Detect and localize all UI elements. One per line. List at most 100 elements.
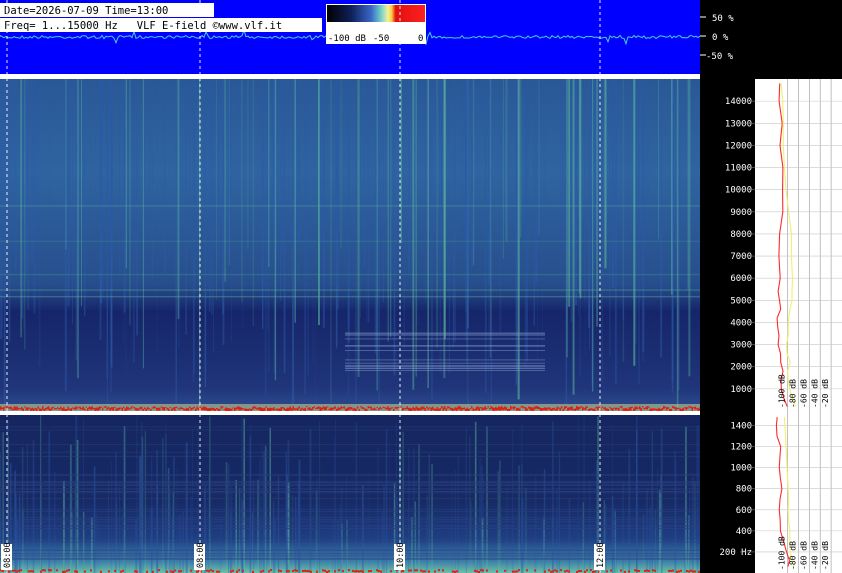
baseline-mark — [134, 570, 136, 573]
tone-line — [0, 519, 700, 520]
baseline-mark — [355, 408, 357, 411]
baseline-mark — [666, 407, 668, 411]
baseline-mark — [304, 569, 306, 572]
baseline-mark — [313, 406, 315, 408]
tone-line — [0, 273, 700, 276]
baseline-mark — [216, 570, 218, 573]
sferic-streak — [309, 428, 312, 573]
baseline-mark — [274, 408, 276, 410]
baseline-mark — [192, 407, 194, 410]
baseline-mark — [31, 407, 33, 411]
baseline-mark — [418, 408, 420, 411]
sferic-streak — [38, 79, 41, 367]
baseline-mark — [429, 407, 431, 409]
baseline-mark — [654, 569, 656, 572]
sferic-streak — [578, 79, 579, 316]
baseline-mark — [610, 407, 612, 410]
baseline-mark — [382, 406, 384, 408]
baseline-mark — [688, 570, 690, 573]
sferic-streak — [247, 79, 249, 250]
baseline-mark — [511, 407, 513, 409]
sferic-streak — [49, 79, 51, 286]
tone-line — [0, 492, 700, 494]
sferic-streak — [658, 490, 661, 573]
colorbar-gradient — [327, 5, 425, 22]
baseline-mark — [648, 570, 650, 572]
baseline-mark — [37, 406, 39, 409]
tone-line — [0, 526, 700, 528]
time-label: 12:00 — [594, 542, 606, 570]
baseline-mark — [342, 407, 344, 409]
baseline-mark — [117, 407, 119, 411]
time-label: 10:00 — [394, 542, 406, 570]
baseline-mark — [253, 406, 255, 409]
tone-line — [0, 517, 700, 519]
sferic-streak — [11, 79, 13, 240]
freq-tick-label: 6000 — [730, 274, 752, 284]
baseline-mark — [388, 407, 390, 412]
sferic-streak — [266, 447, 268, 573]
baseline-mark — [12, 408, 14, 411]
sferic-streak — [648, 79, 651, 264]
baseline-mark — [482, 569, 484, 572]
baseline-mark — [474, 569, 476, 572]
baseline-mark — [678, 407, 680, 409]
sferic-streak — [465, 426, 467, 573]
baseline-mark — [73, 407, 75, 410]
freq-tick-label: 7000 — [730, 252, 752, 262]
baseline-mark — [99, 406, 101, 410]
baseline-mark — [318, 406, 320, 409]
baseline-mark — [595, 406, 597, 409]
baseline-mark — [268, 407, 270, 412]
baseline-mark — [358, 570, 360, 573]
baseline-mark — [56, 569, 58, 572]
sferic-streak — [68, 79, 70, 272]
baseline-mark — [597, 406, 599, 411]
baseline-mark — [103, 406, 105, 408]
baseline-mark — [241, 408, 243, 410]
baseline-mark — [550, 408, 552, 412]
baseline-mark — [93, 407, 95, 410]
baseline-mark — [172, 407, 174, 410]
sferic-streak — [387, 79, 389, 342]
tone-line — [345, 350, 545, 351]
sferic-streak — [64, 79, 67, 391]
baseline-mark — [216, 408, 218, 410]
baseline-mark — [680, 569, 682, 572]
baseline-mark — [170, 570, 172, 573]
baseline-mark — [376, 406, 378, 409]
sferic-streak — [323, 79, 325, 277]
baseline-mark — [84, 570, 86, 573]
baseline-mark — [57, 407, 59, 409]
sferic-streak — [319, 79, 322, 243]
baseline-mark — [225, 407, 227, 412]
baseline-mark — [67, 406, 69, 410]
baseline-mark — [380, 570, 382, 573]
baseline-mark — [454, 407, 456, 411]
baseline-mark — [368, 570, 370, 573]
tone-line — [0, 525, 700, 527]
tone-line — [0, 480, 700, 482]
baseline-mark — [193, 406, 195, 409]
sferic-streak — [213, 79, 214, 353]
baseline-mark — [30, 408, 32, 412]
baseline-mark — [18, 407, 20, 410]
baseline-mark — [178, 408, 180, 410]
baseline-mark — [493, 408, 495, 412]
baseline-mark — [651, 408, 653, 412]
sferic-streak — [517, 79, 520, 400]
sferic-streak — [99, 79, 102, 341]
baseline-mark — [295, 408, 297, 410]
sferic-streak — [228, 79, 230, 267]
baseline-mark — [378, 408, 380, 411]
baseline-mark — [108, 406, 110, 409]
baseline-mark — [175, 406, 177, 408]
baseline-mark — [334, 406, 336, 409]
baseline-mark — [288, 407, 290, 412]
baseline-mark — [559, 407, 561, 411]
baseline-mark — [682, 408, 684, 412]
baseline-mark — [636, 406, 638, 410]
sferic-streak — [335, 79, 337, 235]
sferic-streak — [151, 79, 153, 278]
sferic-streak — [535, 79, 538, 283]
